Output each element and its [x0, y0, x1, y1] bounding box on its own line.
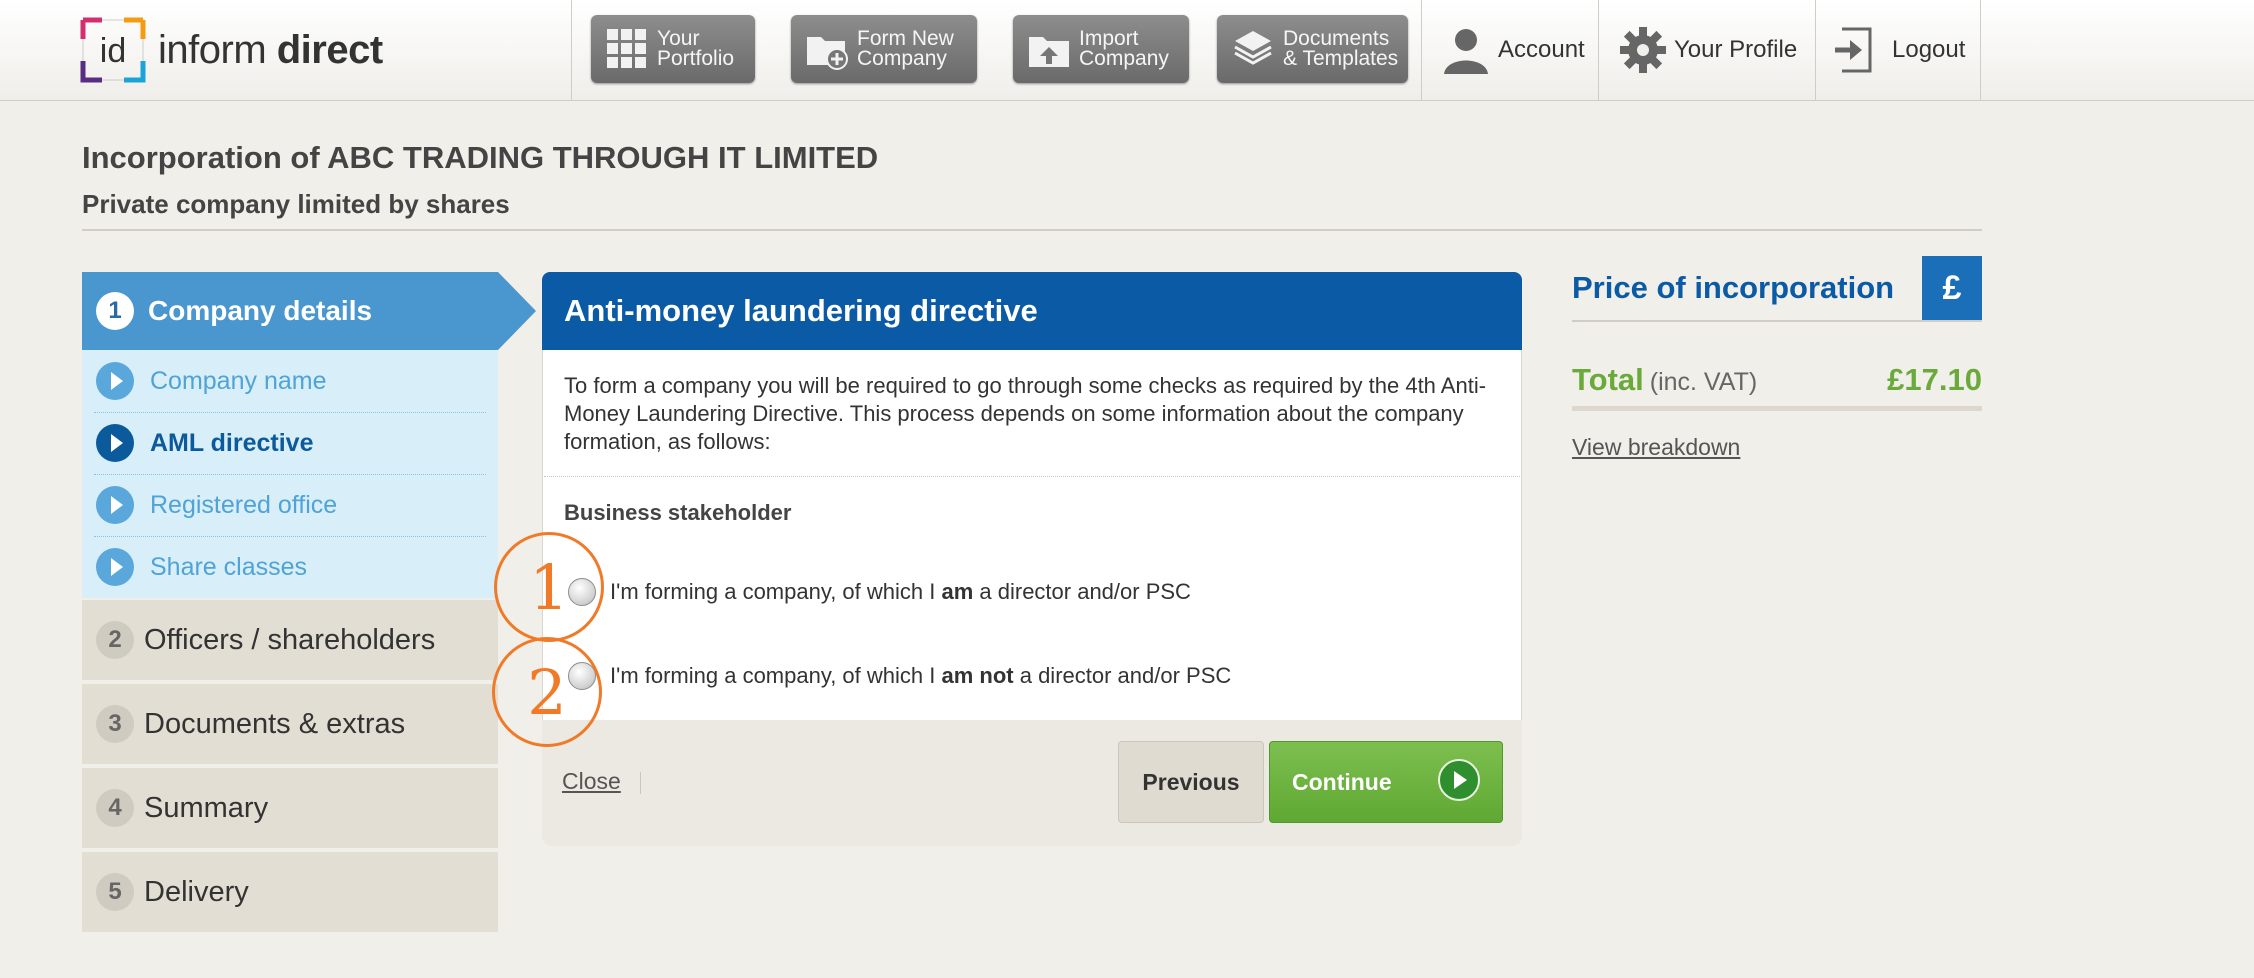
documents-templates-button[interactable]: Documents & Templates [1217, 15, 1408, 83]
header-divider [1598, 0, 1599, 100]
substep-share-classes[interactable]: Share classes [82, 536, 498, 598]
previous-button[interactable]: Previous [1118, 741, 1264, 823]
step-number: 2 [96, 621, 134, 659]
your-portfolio-button[interactable]: Your Portfolio [591, 15, 755, 83]
price-title: Price of incorporation [1572, 270, 1895, 305]
header-divider [1980, 0, 1981, 100]
step-officers-shareholders[interactable]: 2 Officers / shareholders [82, 600, 498, 680]
top-navigation-bar: id inform direct Your Portfolio Form New C… [0, 0, 2254, 101]
total-vat-note: (inc. VAT) [1649, 368, 1758, 396]
intro-text: To form a company you will be required t… [564, 373, 1487, 454]
logo-text: inform direct [158, 27, 383, 72]
business-stakeholder-heading: Business stakeholder [564, 500, 792, 525]
chevron-right-icon [96, 424, 134, 462]
form-new-company-button[interactable]: Form New Company [791, 15, 977, 83]
arrow-right-icon [1438, 759, 1480, 801]
button-label-line2: Company [857, 47, 947, 70]
step-label: Documents & extras [144, 707, 406, 740]
step-label: Officers / shareholders [144, 623, 436, 656]
substep-label: AML directive [150, 428, 314, 457]
continue-label: Continue [1292, 768, 1392, 795]
button-label-line2: & Templates [1283, 47, 1399, 70]
step-summary[interactable]: 4 Summary [82, 768, 498, 848]
button-label-line2: Portfolio [657, 47, 735, 70]
substep-registered-office[interactable]: Registered office [82, 474, 498, 536]
title-divider [82, 229, 1982, 231]
annotation-marker-2: 2 [492, 637, 602, 747]
option-label: I'm forming a company, of which I am a d… [610, 579, 1191, 604]
total-price: £17.10 [1887, 362, 1982, 397]
intro-divider [544, 476, 1520, 477]
substep-list: Company name AML directive Registered of… [82, 350, 498, 598]
header-divider [1815, 0, 1816, 100]
step-number: 4 [96, 789, 134, 827]
panel-heading: Anti-money laundering directive [542, 272, 1522, 350]
continue-button[interactable]: Continue [1269, 741, 1503, 823]
option-am-director[interactable]: I'm forming a company, of which I am a d… [568, 578, 1191, 606]
substep-label: Registered office [150, 490, 338, 519]
gear-icon [1620, 27, 1666, 73]
page-subtitle: Private company limited by shares [82, 189, 510, 219]
header-divider [571, 0, 572, 100]
step-company-details[interactable]: 1 Company details [82, 272, 498, 350]
step-number: 1 [96, 292, 134, 330]
logout-label: Logout [1892, 36, 1966, 63]
total-divider [1572, 406, 1982, 411]
import-icon [1029, 37, 1069, 67]
step-documents-extras[interactable]: 3 Documents & extras [82, 684, 498, 764]
total-label: Total (inc. VAT) [1572, 362, 1757, 398]
chevron-right-icon [96, 362, 134, 400]
chevron-right-icon [96, 548, 134, 586]
panel-heading-text: Anti-money laundering directive [564, 293, 1038, 328]
folder-plus-icon [807, 37, 848, 70]
active-step-arrow [498, 272, 536, 350]
your-profile-label: Your Profile [1674, 36, 1798, 63]
account-label: Account [1498, 36, 1585, 63]
button-label-line1: Documents [1283, 27, 1390, 50]
step-delivery[interactable]: 5 Delivery [82, 852, 498, 932]
option-am-not-director[interactable]: I'm forming a company, of which I am not… [568, 662, 1231, 690]
annotation-marker-1: 1 [494, 532, 604, 642]
logout-icon [1835, 27, 1872, 73]
import-company-button[interactable]: Import Company [1013, 15, 1189, 83]
chevron-right-icon [96, 486, 134, 524]
svg-text:id: id [100, 32, 126, 70]
close-divider [640, 772, 641, 794]
step-label: Company details [148, 295, 373, 326]
button-label-line1: Your [657, 27, 700, 50]
step-number: 5 [96, 873, 134, 911]
substep-label: Share classes [150, 552, 308, 581]
close-link[interactable]: Close [562, 768, 621, 795]
view-breakdown-link[interactable]: View breakdown [1572, 434, 1740, 461]
substep-label: Company name [150, 366, 327, 395]
button-label-line1: Import [1079, 27, 1139, 50]
total-label-text: Total [1572, 362, 1644, 397]
step-number: 3 [96, 705, 134, 743]
pound-icon: £ [1922, 256, 1982, 320]
your-profile-link[interactable]: Your Profile [1618, 0, 1797, 100]
documents-stack-icon [1234, 31, 1272, 65]
logout-link[interactable]: Logout [1832, 0, 1965, 100]
page-title: Incorporation of ABC TRADING THROUGH IT … [82, 140, 879, 175]
substep-company-name[interactable]: Company name [82, 350, 498, 412]
step-label: Delivery [144, 875, 249, 908]
button-label-line1: Form New [857, 27, 954, 50]
option-label: I'm forming a company, of which I am not… [610, 663, 1232, 688]
account-link[interactable]: Account [1440, 0, 1585, 100]
header-divider [1421, 0, 1422, 100]
button-label-line2: Company [1079, 47, 1169, 70]
price-divider [1572, 320, 1982, 322]
logo-mark: id [80, 17, 146, 83]
grid-icon [607, 29, 646, 68]
person-icon [1444, 29, 1488, 74]
step-label: Summary [144, 791, 269, 824]
substep-aml-directive[interactable]: AML directive [82, 412, 498, 474]
logo[interactable]: id inform direct [80, 17, 383, 83]
